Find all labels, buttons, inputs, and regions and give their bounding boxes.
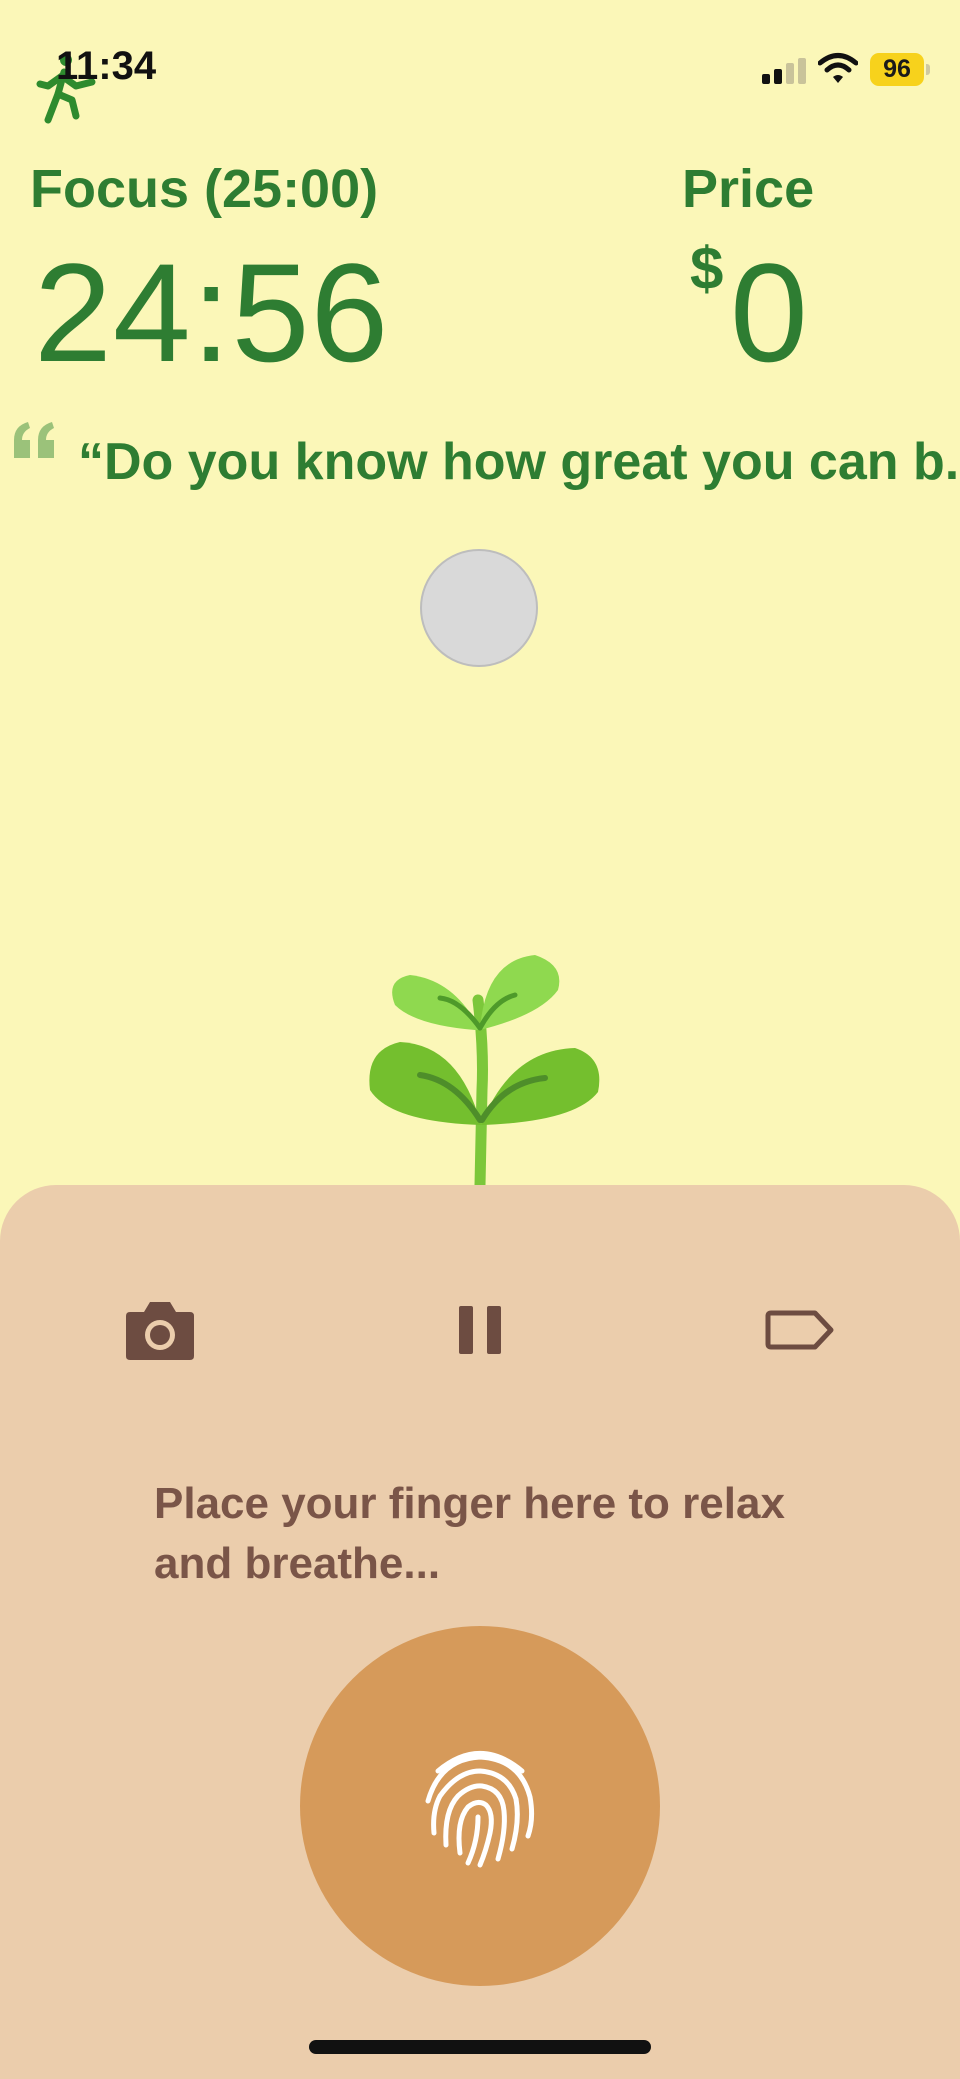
seedling-icon bbox=[369, 955, 600, 1190]
breathe-instruction: Place your finger here to relax and brea… bbox=[154, 1479, 785, 1588]
price-label: Price bbox=[682, 159, 815, 219]
floating-circle[interactable] bbox=[420, 549, 538, 667]
timer-display: 24:56 bbox=[34, 234, 390, 391]
cellular-signal-icon bbox=[762, 58, 806, 84]
quote-text[interactable]: “Do you know how great you can b... bbox=[78, 432, 958, 492]
battery-level: 96 bbox=[870, 53, 924, 86]
status-time: 11:34 bbox=[56, 44, 157, 88]
fingerprint-icon bbox=[425, 1751, 535, 1868]
wifi-icon bbox=[818, 53, 858, 83]
tag-button[interactable] bbox=[750, 1285, 850, 1375]
quote-icon bbox=[14, 422, 54, 458]
focus-label[interactable]: Focus (25:00) bbox=[30, 158, 378, 220]
pause-button[interactable] bbox=[430, 1285, 530, 1375]
camera-icon bbox=[126, 1302, 194, 1360]
home-indicator[interactable] bbox=[309, 2040, 651, 2054]
price-value: 0 bbox=[730, 234, 808, 391]
fingerprint-button[interactable] bbox=[300, 1626, 660, 1986]
battery-nub bbox=[926, 64, 930, 75]
camera-button[interactable] bbox=[110, 1285, 210, 1375]
pause-icon bbox=[459, 1306, 501, 1354]
tag-icon bbox=[765, 1310, 834, 1350]
price-currency: $ bbox=[690, 235, 724, 302]
battery-indicator: 96 bbox=[870, 53, 932, 86]
